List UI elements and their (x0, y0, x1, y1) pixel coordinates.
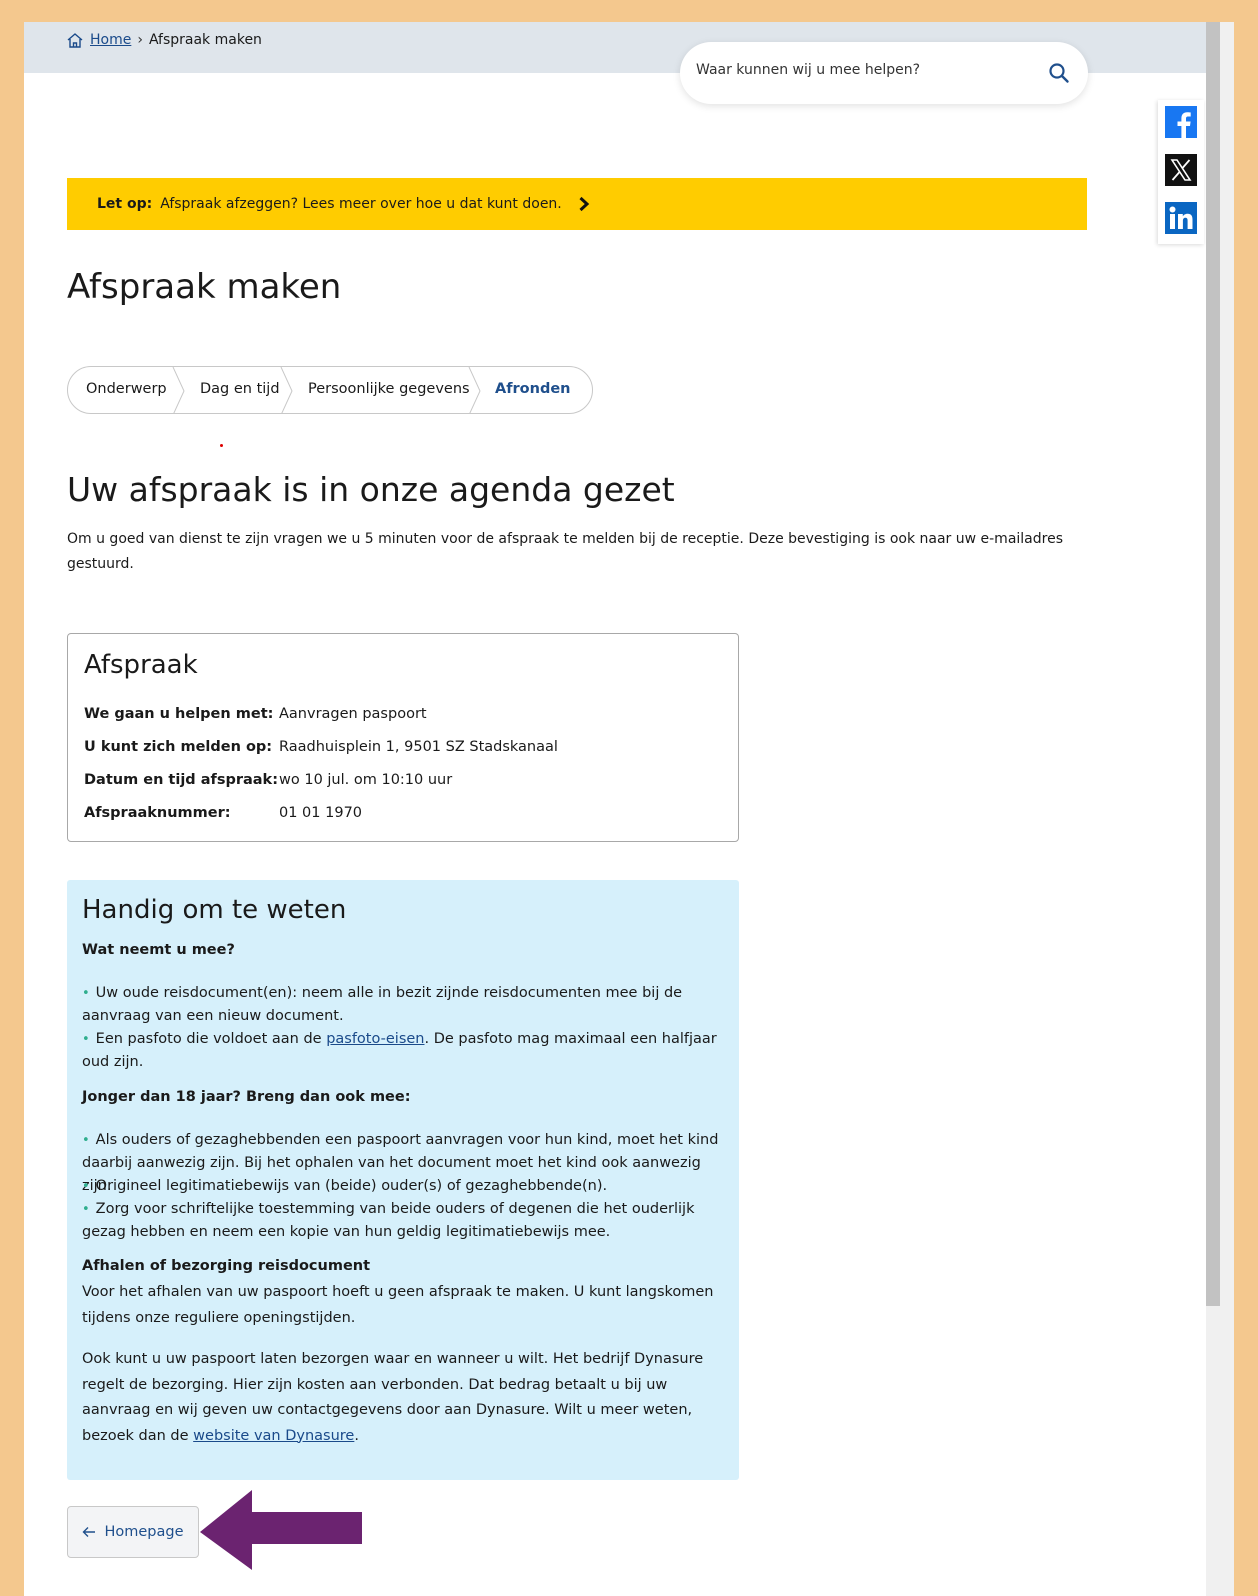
breadcrumb: Home › Afspraak maken (66, 32, 262, 48)
bullet-icon: • (82, 1179, 90, 1194)
appointment-key: Datum en tijd afspraak: (84, 772, 279, 788)
minor-item-text: Zorg voor schriftelijke toestemming van … (95, 1201, 695, 1217)
bullet-icon: • (82, 986, 90, 1001)
appointment-value: Raadhuisplein 1, 9501 SZ Stadskanaal (279, 739, 558, 755)
arrow-left-icon (82, 1527, 96, 1537)
list-item: • Zorg voor schriftelijke toestemming van… (82, 1198, 727, 1221)
appointment-row: Datum en tijd afspraak: wo 10 jul. om 10… (84, 772, 452, 788)
scrollbar-thumb[interactable] (1206, 22, 1220, 1306)
list-item: • Uw oude reisdocument(en): neem alle in … (82, 982, 727, 1005)
appointment-card: Afspraak We gaan u helpen met: Aanvragen… (67, 633, 739, 842)
pointer-arrow (200, 1490, 362, 1570)
info-title: Handig om te weten (82, 895, 347, 925)
confirmation-title: Uw afspraak is in onze agenda gezet (67, 470, 675, 509)
appointment-value: 01 01 1970 (279, 805, 363, 821)
chevron-right-icon (579, 196, 589, 212)
home-icon (67, 33, 83, 48)
bring-item-text: Uw oude reisdocument(en): neem alle in b… (95, 985, 683, 1001)
pasfoto-link[interactable]: pasfoto-eisen (326, 1031, 424, 1047)
delivery-text: Ook kunt u uw paspoort laten bezorgen wa… (82, 1347, 727, 1449)
step-dag-en-tijd: Dag en tijd (200, 381, 280, 397)
step-persoonlijke-gegevens: Persoonlijke gegevens (308, 381, 470, 397)
bullet-icon: • (82, 1202, 90, 1217)
minor-item-text: Als ouders of gezaghebbenden een paspoor… (95, 1132, 719, 1148)
list-item: • Als ouders of gezaghebbenden een paspoo… (82, 1129, 727, 1152)
appointment-value: Aanvragen paspoort (279, 706, 427, 722)
appointment-row: Afspraaknummer: 01 01 1970 (84, 805, 362, 821)
bring-item-continuation: oud zijn. (82, 1054, 144, 1070)
step-separator (280, 367, 293, 413)
bullet-icon: • (82, 1133, 90, 1148)
notice-text: Afspraak afzeggen? Lees meer over hoe u … (160, 196, 562, 212)
social-share-bar (1158, 100, 1204, 244)
minor-item-text: Origineel legitimatiebewijs van (beide) … (95, 1178, 608, 1194)
breadcrumb-current: Afspraak maken (148, 32, 262, 48)
list-item: • Een pasfoto die voldoet aan de pasfoto-… (82, 1028, 727, 1051)
breadcrumb-home-link[interactable]: Home (90, 32, 131, 48)
bring-item-continuation: aanvraag van een nieuw document. (82, 1008, 344, 1024)
step-afronden: Afronden (495, 381, 571, 397)
dynasure-link[interactable]: website van Dynasure (193, 1428, 354, 1444)
step-separator (468, 367, 481, 413)
homepage-button[interactable]: Homepage (67, 1506, 199, 1558)
appointment-row: U kunt zich melden op: Raadhuisplein 1, … (84, 739, 558, 755)
linkedin-icon[interactable] (1165, 202, 1197, 234)
progress-steps: Onderwerp Dag en tijd Persoonlijke gegev… (67, 366, 593, 414)
search-icon[interactable] (1048, 62, 1070, 84)
facebook-icon[interactable] (1165, 106, 1197, 138)
breadcrumb-separator: › (137, 32, 143, 48)
appointment-key: We gaan u helpen met: (84, 706, 274, 722)
step-onderwerp: Onderwerp (86, 381, 167, 397)
appointment-key: U kunt zich melden op: (84, 739, 273, 755)
bring-item-text: . De pasfoto mag maximaal een halfjaar (424, 1031, 717, 1047)
search-input[interactable] (696, 62, 1016, 78)
browser-viewport: Home › Afspraak maken Let op: (24, 22, 1234, 1596)
x-icon[interactable] (1165, 154, 1197, 186)
step-separator (172, 367, 185, 413)
bullet-icon: • (82, 1032, 90, 1047)
appointment-value: wo 10 jul. om 10:10 uur (279, 772, 453, 788)
delivery-text-end: . (354, 1427, 359, 1444)
notice-banner[interactable]: Let op: Afspraak afzeggen? Lees meer ove… (67, 178, 1087, 230)
confirmation-intro: Om u goed van dienst te zijn vragen we u… (67, 531, 1064, 572)
notice-label: Let op: (97, 196, 153, 212)
homepage-button-label: Homepage (104, 1524, 184, 1540)
pickup-text: Voor het afhalen van uw paspoort hoeft u… (82, 1284, 714, 1326)
bring-item-text: Een pasfoto die voldoet aan de (95, 1031, 327, 1047)
page-title: Afspraak maken (67, 267, 342, 307)
appointment-title: Afspraak (84, 650, 198, 680)
minor-item-continuation: gezag hebben en neem een kopie van hun g… (82, 1224, 611, 1240)
appointment-key: Afspraaknummer: (84, 805, 231, 821)
search-box (680, 42, 1088, 104)
marker-dot (220, 444, 223, 447)
delivery-text-body: Ook kunt u uw paspoort laten bezorgen wa… (82, 1351, 704, 1444)
list-item: • Origineel legitimatiebewijs van (beide)… (82, 1175, 727, 1198)
appointment-row: We gaan u helpen met: Aanvragen paspoort (84, 706, 427, 722)
minor-heading: Jonger dan 18 jaar? Breng dan ook mee: (82, 1089, 411, 1105)
pickup-heading: Afhalen of bezorging reisdocument (82, 1258, 371, 1274)
bring-heading: Wat neemt u mee? (82, 942, 235, 958)
info-box: Handig om te weten Wat neemt u mee? • Uw … (67, 880, 739, 1480)
